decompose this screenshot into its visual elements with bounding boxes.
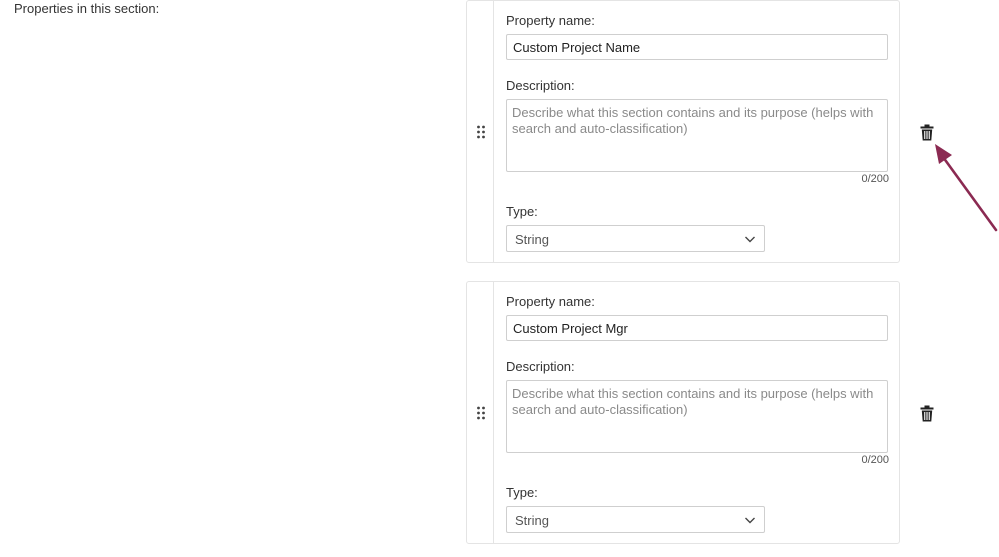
type-label: Type: [506, 204, 538, 219]
drag-column [467, 282, 494, 543]
type-select[interactable]: String [506, 225, 765, 252]
chevron-down-icon [745, 236, 755, 243]
drag-handle-icon[interactable] [476, 125, 486, 139]
section-label: Properties in this section: [14, 1, 160, 16]
type-select-value: String [515, 232, 549, 247]
description-textarea[interactable] [506, 380, 888, 453]
type-select-value: String [515, 513, 549, 528]
trash-icon [920, 124, 934, 140]
property-card: Property name: Description: 0/200 Type: … [466, 281, 900, 544]
annotation-arrow-icon [935, 144, 998, 232]
property-name-label: Property name: [506, 13, 595, 28]
drag-column [467, 1, 494, 262]
chevron-down-icon [745, 517, 755, 524]
property-card: Property name: Description: 0/200 Type: … [466, 0, 900, 263]
drag-handle-icon[interactable] [476, 406, 486, 420]
property-name-input[interactable] [506, 34, 888, 60]
property-name-input[interactable] [506, 315, 888, 341]
type-label: Type: [506, 485, 538, 500]
description-label: Description: [506, 78, 575, 93]
property-name-label: Property name: [506, 294, 595, 309]
char-count: 0/200 [861, 173, 889, 185]
char-count: 0/200 [861, 454, 889, 466]
properties-panel: Properties in this section: Property nam… [0, 0, 999, 557]
description-textarea[interactable] [506, 99, 888, 172]
type-select[interactable]: String [506, 506, 765, 533]
delete-property-button[interactable] [917, 402, 937, 424]
trash-icon [920, 405, 934, 421]
description-label: Description: [506, 359, 575, 374]
